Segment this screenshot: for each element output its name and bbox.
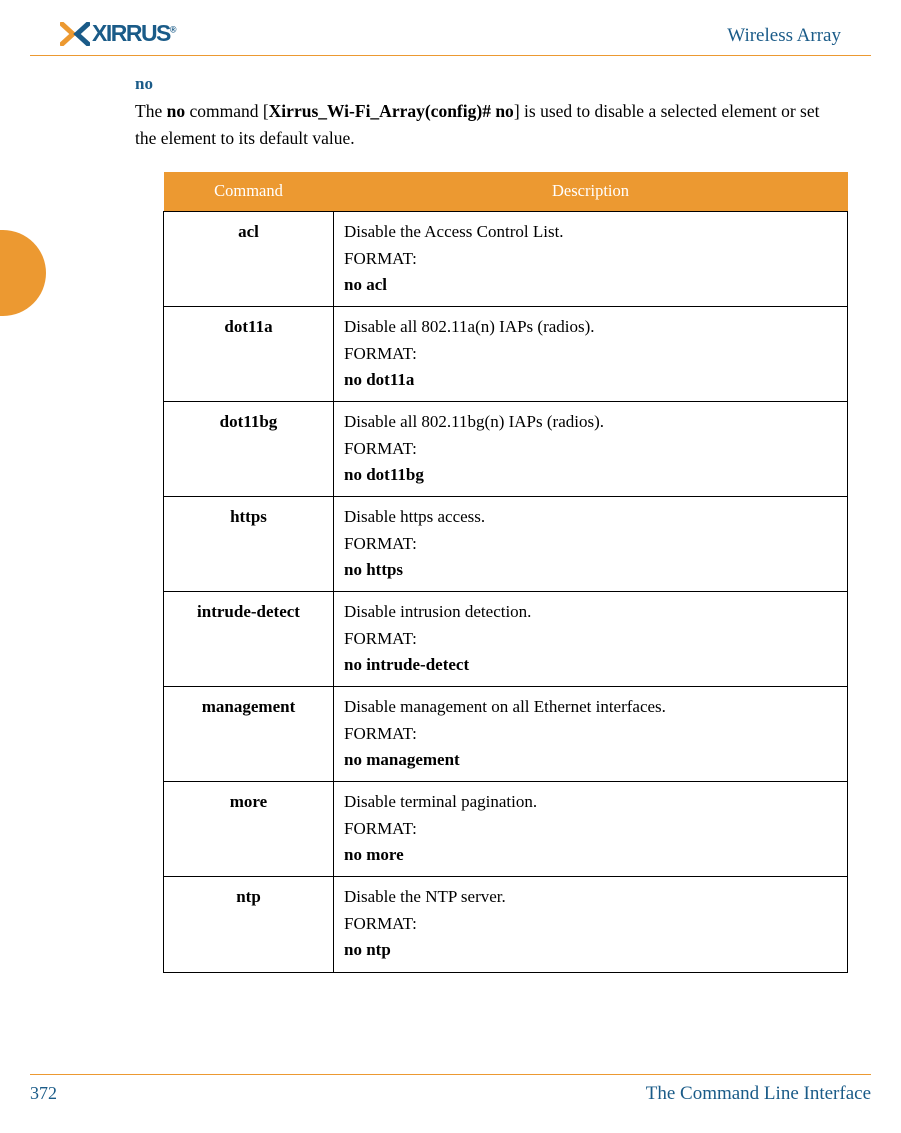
command-table: Command Description aclDisable the Acces… [163, 172, 848, 972]
format-label: FORMAT: [344, 531, 837, 557]
table-row: aclDisable the Access Control List.FORMA… [164, 212, 848, 307]
page-number: 372 [30, 1083, 57, 1105]
page-header: XIRRUS® Wireless Array [30, 0, 871, 56]
description-text: Disable the NTP server. [344, 884, 837, 910]
intro-paragraph: The no command [Xirrus_Wi-Fi_Array(confi… [135, 98, 841, 152]
table-row: moreDisable terminal pagination.FORMAT:n… [164, 782, 848, 877]
format-value: no intrude-detect [344, 652, 837, 678]
table-row: dot11aDisable all 802.11a(n) IAPs (radio… [164, 307, 848, 402]
format-label: FORMAT: [344, 911, 837, 937]
intro-text: The [135, 101, 167, 121]
command-cell: acl [164, 212, 334, 307]
format-value: no acl [344, 272, 837, 298]
command-cell: dot11bg [164, 402, 334, 497]
format-value: no dot11a [344, 367, 837, 393]
page-footer: 372 The Command Line Interface [30, 1074, 871, 1105]
description-cell: Disable all 802.11a(n) IAPs (radios).FOR… [334, 307, 848, 402]
description-text: Disable https access. [344, 504, 837, 530]
description-text: Disable all 802.11bg(n) IAPs (radios). [344, 409, 837, 435]
table-row: httpsDisable https access.FORMAT:no http… [164, 497, 848, 592]
command-cell: dot11a [164, 307, 334, 402]
table-header-row: Command Description [164, 172, 848, 212]
format-value: no https [344, 557, 837, 583]
footer-title: The Command Line Interface [646, 1083, 871, 1105]
intro-bold-cmd: no [167, 101, 185, 121]
logo-text: XIRRUS® [92, 20, 175, 47]
format-label: FORMAT: [344, 626, 837, 652]
command-cell: intrude-detect [164, 592, 334, 687]
table-row: ntpDisable the NTP server.FORMAT:no ntp [164, 877, 848, 972]
table-row: dot11bgDisable all 802.11bg(n) IAPs (rad… [164, 402, 848, 497]
description-text: Disable management on all Ethernet inter… [344, 694, 837, 720]
description-cell: Disable the NTP server.FORMAT:no ntp [334, 877, 848, 972]
format-label: FORMAT: [344, 341, 837, 367]
intro-text: command [ [185, 101, 269, 121]
description-cell: Disable the Access Control List.FORMAT:n… [334, 212, 848, 307]
description-text: Disable terminal pagination. [344, 789, 837, 815]
description-cell: Disable all 802.11bg(n) IAPs (radios).FO… [334, 402, 848, 497]
format-value: no ntp [344, 937, 837, 963]
page-content: no The no command [Xirrus_Wi-Fi_Array(co… [0, 56, 901, 973]
logo: XIRRUS® [60, 20, 175, 47]
table-row: intrude-detectDisable intrusion detectio… [164, 592, 848, 687]
description-text: Disable intrusion detection. [344, 599, 837, 625]
description-cell: Disable https access.FORMAT:no https [334, 497, 848, 592]
format-label: FORMAT: [344, 246, 837, 272]
description-text: Disable all 802.11a(n) IAPs (radios). [344, 314, 837, 340]
description-text: Disable the Access Control List. [344, 219, 837, 245]
format-value: no dot11bg [344, 462, 837, 488]
description-cell: Disable intrusion detection.FORMAT:no in… [334, 592, 848, 687]
format-label: FORMAT: [344, 436, 837, 462]
header-title: Wireless Array [727, 25, 841, 47]
command-cell: management [164, 687, 334, 782]
description-cell: Disable terminal pagination.FORMAT:no mo… [334, 782, 848, 877]
logo-icon [60, 22, 90, 46]
format-value: no more [344, 842, 837, 868]
col-header-description: Description [334, 172, 848, 212]
intro-bold-prompt: Xirrus_Wi-Fi_Array(config)# no [269, 101, 514, 121]
format-label: FORMAT: [344, 816, 837, 842]
command-cell: more [164, 782, 334, 877]
format-label: FORMAT: [344, 721, 837, 747]
command-cell: ntp [164, 877, 334, 972]
description-cell: Disable management on all Ethernet inter… [334, 687, 848, 782]
table-row: management Disable management on all Ethe… [164, 687, 848, 782]
command-heading: no [135, 74, 841, 94]
format-value: no management [344, 747, 837, 773]
command-cell: https [164, 497, 334, 592]
col-header-command: Command [164, 172, 334, 212]
